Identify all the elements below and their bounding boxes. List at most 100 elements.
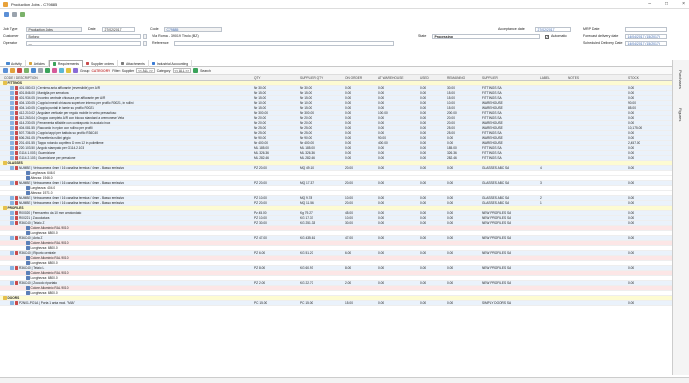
folder-icon[interactable]: [3, 206, 7, 210]
acceptance-date-field[interactable]: 27/02/2017: [535, 27, 571, 32]
col-remaining[interactable]: REMAINING: [447, 76, 465, 80]
col-label[interactable]: LABEL: [540, 76, 550, 80]
expand-toggle-icon[interactable]: [10, 216, 14, 220]
expand-toggle-icon[interactable]: [10, 156, 14, 160]
expand-toggle-icon[interactable]: [10, 111, 14, 115]
code-field[interactable]: C79885: [164, 27, 222, 32]
expand-toggle-icon[interactable]: [10, 86, 14, 90]
maximize-icon[interactable]: □: [665, 1, 668, 7]
date-field[interactable]: 27/02/2017: [102, 27, 135, 32]
expand-toggle-icon[interactable]: [10, 151, 14, 155]
reference-field[interactable]: [174, 41, 394, 46]
search-button[interactable]: Search: [200, 69, 211, 73]
save-icon[interactable]: [31, 68, 36, 73]
delete-icon[interactable]: [17, 68, 22, 73]
refresh-icon[interactable]: [24, 68, 29, 73]
expand-toggle-icon[interactable]: [10, 116, 14, 120]
expand-toggle-icon[interactable]: [10, 141, 14, 145]
add-icon[interactable]: [3, 68, 8, 73]
job-type-field[interactable]: Production Jobs: [26, 27, 82, 32]
tab-attachments[interactable]: Attachments: [118, 60, 149, 67]
expand-toggle-icon[interactable]: [10, 221, 14, 225]
automatic-checkbox[interactable]: ✓: [545, 34, 549, 39]
expand-toggle-icon[interactable]: [10, 91, 14, 95]
mrp-date-field[interactable]: [625, 27, 667, 32]
operator-field[interactable]: —: [26, 41, 141, 46]
folder-icon[interactable]: [3, 81, 7, 85]
expand-toggle-icon[interactable]: [10, 251, 14, 255]
settings-icon[interactable]: [73, 68, 78, 73]
expand-toggle-icon[interactable]: [10, 201, 14, 205]
figures-panel-tab[interactable]: Figures: [678, 108, 683, 121]
folder-icon[interactable]: [3, 161, 7, 165]
expand-toggle-icon[interactable]: [10, 281, 14, 285]
tab-requirements[interactable]: Requirements: [48, 60, 83, 67]
col-used[interactable]: USED: [420, 76, 429, 80]
customer-field[interactable]: Bofono: [26, 34, 141, 39]
scheduled-delivery-field[interactable]: 14/04/2017 (15/2017): [625, 41, 667, 46]
cell-sqty: PC 15.00: [300, 301, 314, 305]
refresh-icon[interactable]: [20, 11, 25, 17]
state-select[interactable]: Processing: [432, 34, 540, 39]
purchases-panel-tab[interactable]: Purchases: [678, 70, 683, 89]
expand-toggle-icon[interactable]: [10, 96, 14, 100]
tab-label: Requirements: [57, 62, 79, 66]
table-row[interactable]: P2N01-PO1A | Porta 1 anta mod. "MIA" PC 1…: [0, 301, 672, 306]
col-at-warehouse[interactable]: AT WAREHOUSE: [378, 76, 403, 80]
expand-icon[interactable]: [59, 68, 64, 73]
supplier-filter-select[interactable]: << ALL >>: [136, 68, 155, 73]
excel-icon[interactable]: [45, 68, 50, 73]
row-text: NUMBE | Vetrocamera 4mm / 16 canalina te…: [19, 181, 125, 186]
article-icon: [14, 116, 18, 120]
expand-toggle-icon[interactable]: [10, 126, 14, 130]
print-icon[interactable]: [12, 11, 17, 17]
forecast-delivery-field[interactable]: 14/04/2017 (15/2017): [625, 34, 667, 39]
expand-toggle-icon[interactable]: [10, 136, 14, 140]
operator-lookup-button[interactable]: [143, 41, 147, 46]
state-label: State: [418, 34, 427, 38]
filter-icon[interactable]: [52, 68, 57, 73]
expand-toggle-icon[interactable]: [10, 181, 14, 185]
col-code[interactable]: CODE / DESCRIPTION: [4, 76, 38, 80]
tab-supplier-orders[interactable]: Supplier orders: [83, 60, 118, 67]
col-qty[interactable]: QTY: [254, 76, 261, 80]
row-text: R36C40 | Riporto centrale: [19, 251, 56, 256]
customer-lookup-button[interactable]: [143, 34, 147, 39]
expand-toggle-icon[interactable]: [10, 166, 14, 170]
reference-label: Reference: [152, 41, 169, 45]
expand-toggle-icon[interactable]: [10, 131, 14, 135]
forecast-delivery-label: Forecast delivery date: [583, 34, 619, 38]
expand-toggle-icon[interactable]: [10, 106, 14, 110]
tab-articles[interactable]: Articles: [26, 60, 49, 67]
row-text: 404.081.55 | Raccordo in nylon con rulli…: [19, 126, 93, 131]
collapse-icon[interactable]: [66, 68, 71, 73]
expand-toggle-icon[interactable]: [10, 146, 14, 150]
expand-toggle-icon[interactable]: [10, 196, 14, 200]
folder-icon[interactable]: [3, 296, 7, 300]
row-text: 414.230.05 | Ferramenta sfilabile con co…: [19, 121, 111, 126]
tab-industrial-accounting[interactable]: Industrial Accounting: [149, 60, 193, 67]
close-icon[interactable]: ×: [682, 1, 685, 7]
expand-toggle-icon[interactable]: [10, 266, 14, 270]
expand-toggle-icon[interactable]: [10, 211, 14, 215]
col-stock[interactable]: STOCK: [628, 76, 639, 80]
tab-activity[interactable]: Activity: [3, 60, 26, 67]
category-group-label[interactable]: CATEGORY: [91, 69, 110, 73]
col-supplier-qty[interactable]: SUPPLIER QTY: [300, 76, 323, 80]
category-filter-select[interactable]: << ALL >>: [172, 68, 192, 73]
row-text: 401.080.03 | Cerniera anta afflorante (r…: [19, 86, 101, 91]
col-notes[interactable]: NOTES: [568, 76, 579, 80]
col-on-order[interactable]: ON ORDER: [345, 76, 362, 80]
property-icon: [26, 176, 30, 180]
expand-toggle-icon[interactable]: [10, 101, 14, 105]
edit-icon[interactable]: [10, 68, 15, 73]
expand-toggle-icon[interactable]: [10, 301, 14, 305]
check-icon[interactable]: [193, 68, 199, 73]
minimize-icon[interactable]: –: [648, 1, 651, 7]
expand-toggle-icon[interactable]: [10, 121, 14, 125]
expand-toggle-icon[interactable]: [10, 236, 14, 240]
group-label[interactable]: Group: [80, 69, 89, 73]
save-icon[interactable]: [4, 11, 9, 17]
col-supplier[interactable]: SUPPLIER: [482, 76, 498, 80]
print-icon[interactable]: [38, 68, 43, 73]
